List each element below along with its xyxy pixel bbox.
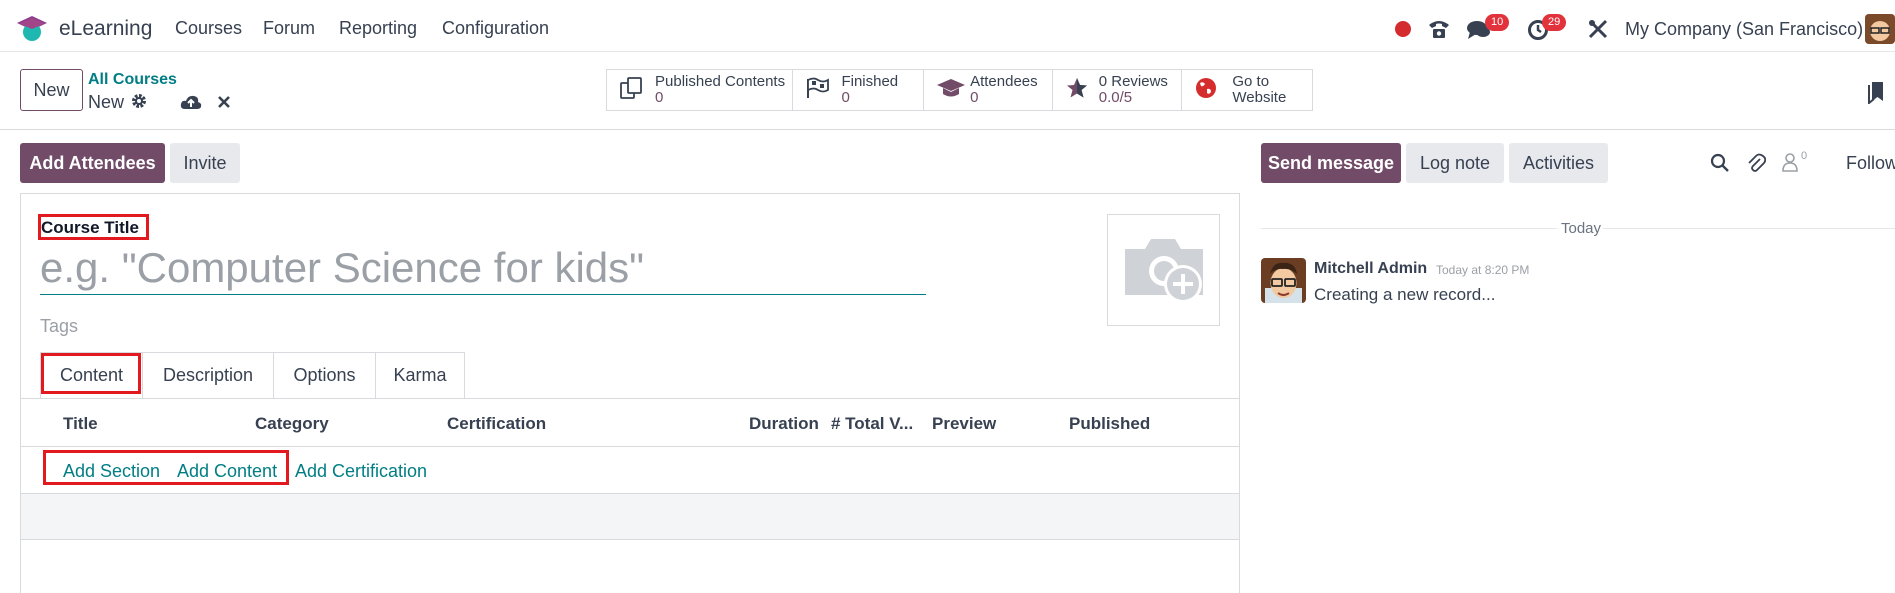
message-time: Today at 8:20 PM <box>1436 263 1530 277</box>
menu-forum[interactable]: Forum <box>263 18 315 39</box>
stat-label: Go to <box>1232 73 1270 90</box>
app-name[interactable]: eLearning <box>59 17 152 41</box>
user-avatar[interactable] <box>1865 14 1895 44</box>
tags-field[interactable]: Tags <box>40 316 78 337</box>
stat-label: Attendees <box>970 73 1038 90</box>
breadcrumb-all-courses[interactable]: All Courses <box>88 71 177 89</box>
reviews-button[interactable]: 0 Reviews 0.0/5 <box>1053 70 1183 110</box>
row-divider <box>20 539 1240 540</box>
followers-user-icon[interactable] <box>1782 152 1798 172</box>
record-status-dot-icon[interactable] <box>1395 21 1411 37</box>
menu-reporting[interactable]: Reporting <box>339 18 417 39</box>
course-title-input[interactable] <box>40 241 926 295</box>
add-section-link[interactable]: Add Section <box>63 461 160 482</box>
stat-value: 0 <box>970 89 979 106</box>
menu-configuration[interactable]: Configuration <box>442 18 549 39</box>
breadcrumb-current: New <box>88 92 125 112</box>
add-attendees-button[interactable]: Add Attendees <box>20 143 165 183</box>
date-separator-line <box>1261 228 1557 229</box>
column-title[interactable]: Title <box>63 414 98 434</box>
stat-value: 0 <box>655 89 664 106</box>
elearning-logo-icon[interactable] <box>16 14 48 42</box>
tabs-divider <box>20 398 1240 399</box>
paperclip-icon[interactable] <box>1746 152 1767 174</box>
globe-icon <box>1194 76 1218 105</box>
gear-icon[interactable] <box>131 93 147 109</box>
column-certification[interactable]: Certification <box>447 414 546 434</box>
messages-badge: 10 <box>1485 14 1510 31</box>
column-published[interactable]: Published <box>1069 414 1150 434</box>
save-cloud-icon[interactable] <box>180 94 202 110</box>
column-total-views[interactable]: # Total V... <box>831 414 913 434</box>
follow-button[interactable]: Follow <box>1846 153 1895 174</box>
company-switcher[interactable]: My Company (San Francisco) <box>1625 19 1863 40</box>
finished-button[interactable]: Finished 0 <box>793 70 925 110</box>
column-preview[interactable]: Preview <box>932 414 996 434</box>
stat-value: 0 <box>841 89 850 106</box>
top-navbar: eLearning Courses Forum Reporting Config… <box>0 0 1895 52</box>
log-note-button[interactable]: Log note <box>1406 143 1504 183</box>
message-author[interactable]: Mitchell Admin <box>1314 260 1427 278</box>
star-icon <box>1065 76 1089 105</box>
column-category[interactable]: Category <box>255 414 329 434</box>
activities-button[interactable]: Activities <box>1509 143 1608 183</box>
menu-courses[interactable]: Courses <box>175 18 242 39</box>
tab-description[interactable]: Description <box>142 352 274 398</box>
graduation-cap-icon <box>936 76 966 105</box>
smart-buttons: Published Contents 0 Finished 0 Attendees 0… <box>606 69 1313 111</box>
stat-label: Finished <box>841 73 899 90</box>
debug-tools-icon[interactable] <box>1587 18 1609 40</box>
image-upload[interactable] <box>1107 214 1220 326</box>
copy-icon <box>619 76 645 105</box>
go-to-website-button[interactable]: Go to Website <box>1182 70 1312 110</box>
tab-karma[interactable]: Karma <box>375 352 465 398</box>
add-photo-icon <box>1119 231 1209 310</box>
empty-row <box>21 494 1239 539</box>
author-avatar[interactable] <box>1261 258 1306 303</box>
stat-label: 0 Reviews <box>1098 73 1168 90</box>
course-title-label: Course Title <box>41 218 139 237</box>
header-divider <box>20 446 1240 447</box>
stat-label: Published Contents <box>655 73 786 90</box>
flag-icon <box>805 76 831 105</box>
published-contents-button[interactable]: Published Contents 0 <box>607 70 794 110</box>
bookmark-icon[interactable] <box>1867 80 1885 106</box>
date-separator-line <box>1603 228 1895 229</box>
phone-icon[interactable] <box>1427 18 1451 40</box>
search-icon[interactable] <box>1710 153 1730 173</box>
attendees-button[interactable]: Attendees 0 <box>924 70 1053 110</box>
send-message-button[interactable]: Send message <box>1261 143 1401 183</box>
message-body: Creating a new record... <box>1314 285 1496 304</box>
content-tab-highlight <box>41 353 141 394</box>
followers-count: 0 <box>1801 150 1808 162</box>
column-duration[interactable]: Duration <box>749 414 819 434</box>
date-separator: Today <box>1561 220 1602 237</box>
invite-button[interactable]: Invite <box>170 143 240 183</box>
stat-value: 0.0/5 <box>1098 89 1133 106</box>
activities-badge: 29 <box>1542 14 1567 31</box>
add-content-link[interactable]: Add Content <box>177 461 277 482</box>
stat-value: Website <box>1232 89 1287 106</box>
tab-options[interactable]: Options <box>273 352 376 398</box>
add-certification-link[interactable]: Add Certification <box>295 461 427 482</box>
new-button[interactable]: New <box>20 69 83 111</box>
discard-close-icon[interactable] <box>216 94 232 110</box>
